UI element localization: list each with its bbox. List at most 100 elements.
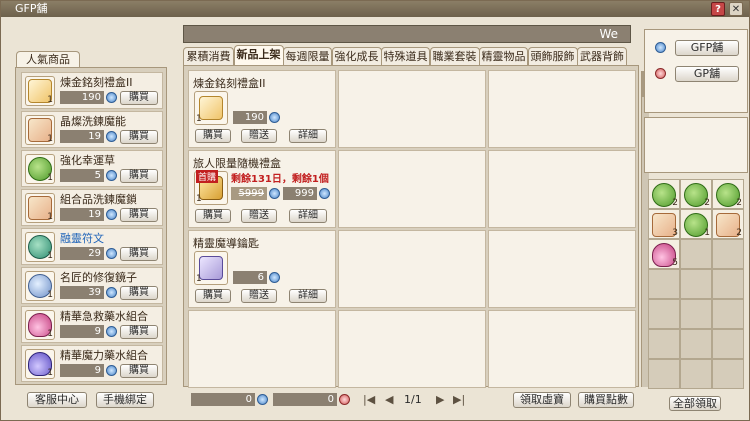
gift-button[interactable]: 贈送 [241, 209, 277, 223]
rune-stone-icon[interactable]: 1 [25, 232, 55, 262]
empty-storage-slot[interactable] [648, 329, 680, 359]
detail-button[interactable]: 詳細 [289, 209, 327, 223]
phone-bind-button[interactable]: 手機綁定 [96, 392, 154, 408]
gift-button[interactable]: 贈送 [241, 129, 277, 143]
scroll-icon[interactable]: 1 [25, 193, 55, 223]
tab-category[interactable]: 特殊道具 [381, 47, 430, 65]
shop-item-cell [338, 70, 486, 148]
slot-count: 2 [704, 198, 710, 208]
shop-item-cell[interactable]: 煉金銘刻禮盒II 1 190 購買 贈送 詳細 [188, 70, 336, 148]
gift-button[interactable]: 贈送 [241, 289, 277, 303]
storage-slot[interactable]: 2 [712, 179, 744, 209]
key-icon[interactable]: 1 [194, 251, 228, 285]
title-bar: GFP舖 [1, 1, 749, 17]
last-page-button[interactable]: ▶| [453, 393, 465, 406]
popular-items-tab[interactable]: 人氣商品 [16, 51, 80, 67]
buy-button[interactable]: 購買 [120, 364, 158, 378]
popular-item[interactable]: 1 精華急救藥水組合 9 購買 [21, 306, 163, 343]
storage-slot[interactable]: 2 [680, 179, 712, 209]
claim-items-button[interactable]: 領取虛寶 [513, 392, 571, 408]
empty-storage-slot[interactable] [712, 239, 744, 269]
item-price: 9 [60, 364, 104, 377]
shop-item-cell [338, 150, 486, 228]
empty-storage-slot[interactable] [680, 359, 712, 389]
buy-button[interactable]: 購買 [120, 169, 158, 183]
customer-service-button[interactable]: 客服中心 [27, 392, 87, 408]
item-count: 1 [47, 368, 53, 378]
tab-category[interactable]: 累積消費 [183, 47, 234, 65]
empty-storage-slot[interactable] [648, 359, 680, 389]
gfp-coin-icon [106, 326, 117, 337]
close-button[interactable]: ✕ [729, 2, 743, 16]
mana-potion-icon[interactable]: 1 [25, 349, 55, 379]
tab-category[interactable]: 新品上架 [233, 45, 284, 65]
scroll-icon[interactable]: 1 [25, 115, 55, 145]
buy-button[interactable]: 購買 [120, 208, 158, 222]
tab-category[interactable]: 頭飾服飾 [527, 47, 578, 65]
gfp-coin-icon [269, 112, 280, 123]
shop-item-cell[interactable]: 精靈魔導鑰匙 1 6 購買 贈送 詳細 [188, 230, 336, 308]
original-price: 5999 [231, 187, 267, 200]
empty-storage-slot[interactable] [680, 239, 712, 269]
buy-button[interactable]: 購買 [195, 129, 231, 143]
detail-button[interactable]: 詳細 [289, 289, 327, 303]
buy-button[interactable]: 購買 [195, 209, 231, 223]
buy-button[interactable]: 購買 [120, 325, 158, 339]
buy-points-button[interactable]: 購買點數 [578, 392, 634, 408]
storage-slot[interactable]: 2 [712, 209, 744, 239]
gfp-shop-button[interactable]: GFP舖 [675, 40, 739, 56]
gp-balance: 0 [273, 393, 337, 406]
tab-category[interactable]: 精靈物品 [479, 47, 528, 65]
popular-items-panel: 1 煉金銘刻禮盒II 190 購買 1 晶燦洗鍊魔能 19 購買 1 強化幸運草… [15, 67, 167, 385]
claim-all-button[interactable]: 全部領取 [669, 396, 721, 411]
gfp-coin-icon [319, 188, 330, 199]
popular-item[interactable]: 1 煉金銘刻禮盒II 190 購買 [21, 72, 163, 109]
gfp-coin-icon [655, 42, 666, 53]
empty-storage-slot[interactable] [712, 299, 744, 329]
item-price: 19 [60, 130, 104, 143]
empty-storage-slot[interactable] [680, 299, 712, 329]
storage-slot[interactable]: 2 [648, 179, 680, 209]
storage-slot[interactable]: 1 [680, 209, 712, 239]
shop-item-cell[interactable]: 旅人限量隨機禮盒 1 首購 剩餘131日，剩餘1個 5999 999 購買 贈送… [188, 150, 336, 228]
buy-button[interactable]: 購買 [120, 130, 158, 144]
empty-storage-slot[interactable] [680, 269, 712, 299]
tab-category[interactable]: 強化成長 [331, 47, 382, 65]
first-purchase-badge: 首購 [196, 170, 219, 183]
gp-shop-button[interactable]: GP舖 [675, 66, 739, 82]
popular-item[interactable]: 1 晶燦洗鍊魔能 19 購買 [21, 111, 163, 148]
popular-item[interactable]: 1 精華魔力藥水組合 9 購買 [21, 345, 163, 382]
mirror-icon[interactable]: 1 [25, 271, 55, 301]
shop-item-cell [338, 310, 486, 388]
storage-slot[interactable]: 5 [648, 239, 680, 269]
tab-category[interactable]: 職業套裝 [429, 47, 480, 65]
detail-button[interactable]: 詳細 [289, 129, 327, 143]
popular-item[interactable]: 1 強化幸運草 5 購買 [21, 150, 163, 187]
empty-storage-slot[interactable] [680, 329, 712, 359]
empty-storage-slot[interactable] [648, 269, 680, 299]
help-button[interactable]: ? [711, 2, 725, 16]
first-page-button[interactable]: |◀ [363, 393, 375, 406]
empty-storage-slot[interactable] [712, 359, 744, 389]
buy-button[interactable]: 購買 [120, 91, 158, 105]
gift-box-icon[interactable]: 1 [25, 76, 55, 106]
next-page-button[interactable]: ▶ [436, 393, 444, 406]
tab-category[interactable]: 每週限量 [283, 47, 332, 65]
buy-button[interactable]: 購買 [120, 286, 158, 300]
gift-box-icon[interactable]: 1 [194, 91, 228, 125]
clover-icon[interactable]: 1 [25, 154, 55, 184]
popular-item[interactable]: 1 組合品洗鍊魔鎖 19 購買 [21, 189, 163, 226]
storage-slot[interactable]: 3 [648, 209, 680, 239]
empty-storage-slot[interactable] [648, 299, 680, 329]
empty-storage-slot[interactable] [712, 329, 744, 359]
tab-category[interactable]: 武器背飾 [577, 47, 627, 65]
item-name: 融靈符文 [60, 232, 104, 245]
empty-storage-slot[interactable] [712, 269, 744, 299]
popular-item[interactable]: 1 融靈符文 29 購買 [21, 228, 163, 265]
buy-button[interactable]: 購買 [120, 247, 158, 261]
item-count: 1 [47, 290, 53, 300]
popular-item[interactable]: 1 名匠的修復鏡子 39 購買 [21, 267, 163, 304]
potion-icon[interactable]: 1 [25, 310, 55, 340]
prev-page-button[interactable]: ◀ [385, 393, 393, 406]
buy-button[interactable]: 購買 [195, 289, 231, 303]
